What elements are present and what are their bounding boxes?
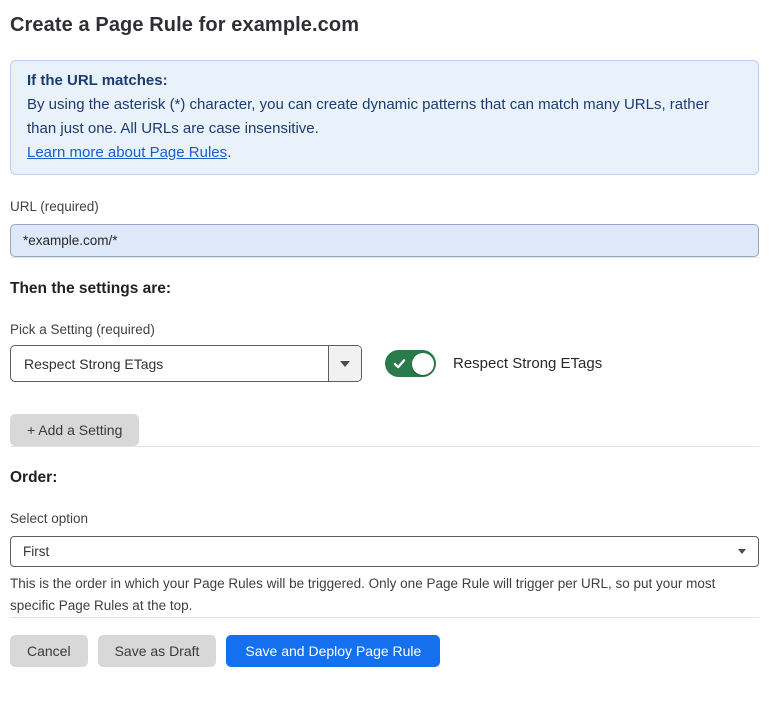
url-matches-info-box: If the URL matches: By using the asteris…	[10, 60, 759, 175]
info-box-heading: If the URL matches:	[27, 69, 742, 93]
info-box-body: By using the asterisk (*) character, you…	[27, 93, 742, 141]
order-help-text: This is the order in which your Page Rul…	[10, 573, 746, 617]
order-heading: Order:	[10, 468, 759, 487]
learn-more-link[interactable]: Learn more about Page Rules	[27, 144, 227, 161]
save-deploy-button[interactable]: Save and Deploy Page Rule	[226, 635, 440, 667]
order-select[interactable]: First	[10, 536, 759, 567]
page-title: Create a Page Rule for example.com	[10, 13, 759, 38]
add-setting-button[interactable]: + Add a Setting	[10, 414, 139, 446]
order-select-value: First	[11, 544, 49, 559]
chevron-down-icon	[738, 549, 746, 554]
cancel-button[interactable]: Cancel	[10, 635, 88, 667]
setting-select-arrow-button[interactable]	[328, 346, 361, 381]
pick-setting-label: Pick a Setting (required)	[10, 322, 759, 338]
setting-row: Respect Strong ETags Respect Strong ETag…	[10, 345, 759, 382]
link-suffix: .	[227, 144, 231, 161]
check-icon	[393, 357, 406, 370]
form-actions: Cancel Save as Draft Save and Deploy Pag…	[10, 635, 759, 667]
save-draft-button[interactable]: Save as Draft	[98, 635, 217, 667]
chevron-down-icon	[340, 361, 350, 367]
info-box-link-line: Learn more about Page Rules.	[27, 141, 742, 165]
divider	[10, 617, 759, 618]
url-input[interactable]	[10, 224, 759, 257]
create-page-rule-form: Create a Page Rule for example.com If th…	[0, 13, 769, 683]
setting-select[interactable]: Respect Strong ETags	[10, 345, 362, 382]
url-label: URL (required)	[10, 199, 759, 215]
select-option-label: Select option	[10, 511, 759, 527]
toggle-label: Respect Strong ETags	[453, 355, 602, 372]
divider	[10, 257, 759, 258]
divider	[10, 446, 759, 447]
toggle-knob	[412, 353, 434, 375]
settings-heading: Then the settings are:	[10, 279, 759, 298]
etags-toggle[interactable]	[385, 350, 436, 377]
setting-select-value: Respect Strong ETags	[11, 356, 163, 372]
